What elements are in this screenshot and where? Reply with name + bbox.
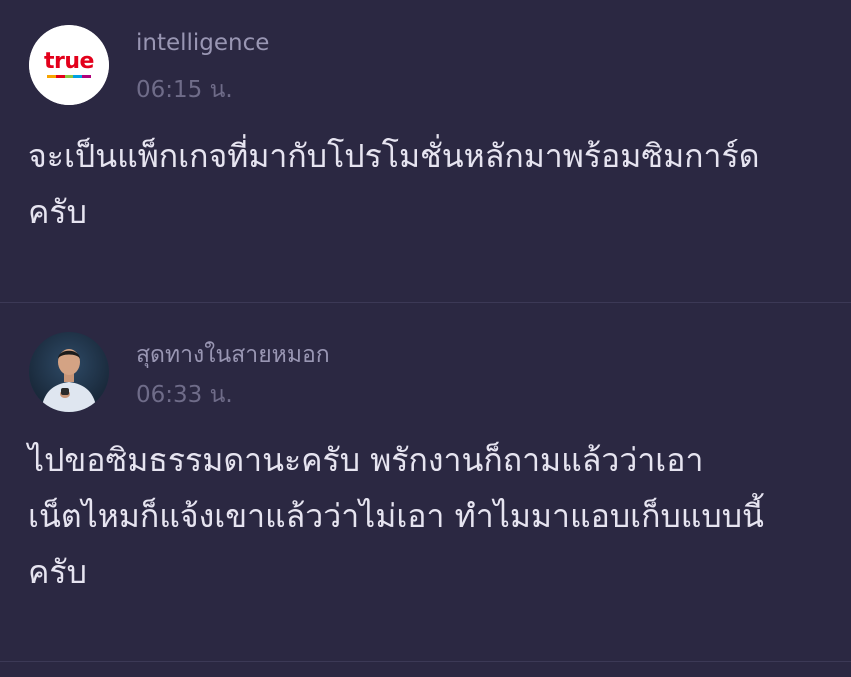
comment-item: true intelligence 06:15 น. จะเป็นแพ็กเกจ…	[0, 0, 851, 302]
divider	[0, 661, 851, 662]
author-name[interactable]: intelligence	[136, 30, 269, 56]
author-name[interactable]: สุดทางในสายหมอก	[136, 337, 330, 373]
avatar[interactable]: true	[29, 25, 109, 105]
comment-text: จะเป็นแพ็กเกจที่มากับโปรโมชั่นหลักมาพร้อ…	[28, 137, 760, 231]
true-logo-text: true	[44, 49, 94, 74]
comment-text: ไปขอซิมธรรมดานะครับ พรักงานก็ถามแล้วว่าเ…	[28, 441, 764, 591]
timestamp: 06:15 น.	[136, 77, 233, 103]
comment-item: สุดทางในสายหมอก 06:33 น. ไปขอซิมธรรมดานะ…	[0, 303, 851, 661]
true-logo-bar	[47, 75, 91, 78]
user-photo-icon	[29, 332, 109, 412]
avatar[interactable]	[29, 332, 109, 412]
timestamp: 06:33 น.	[136, 382, 233, 408]
